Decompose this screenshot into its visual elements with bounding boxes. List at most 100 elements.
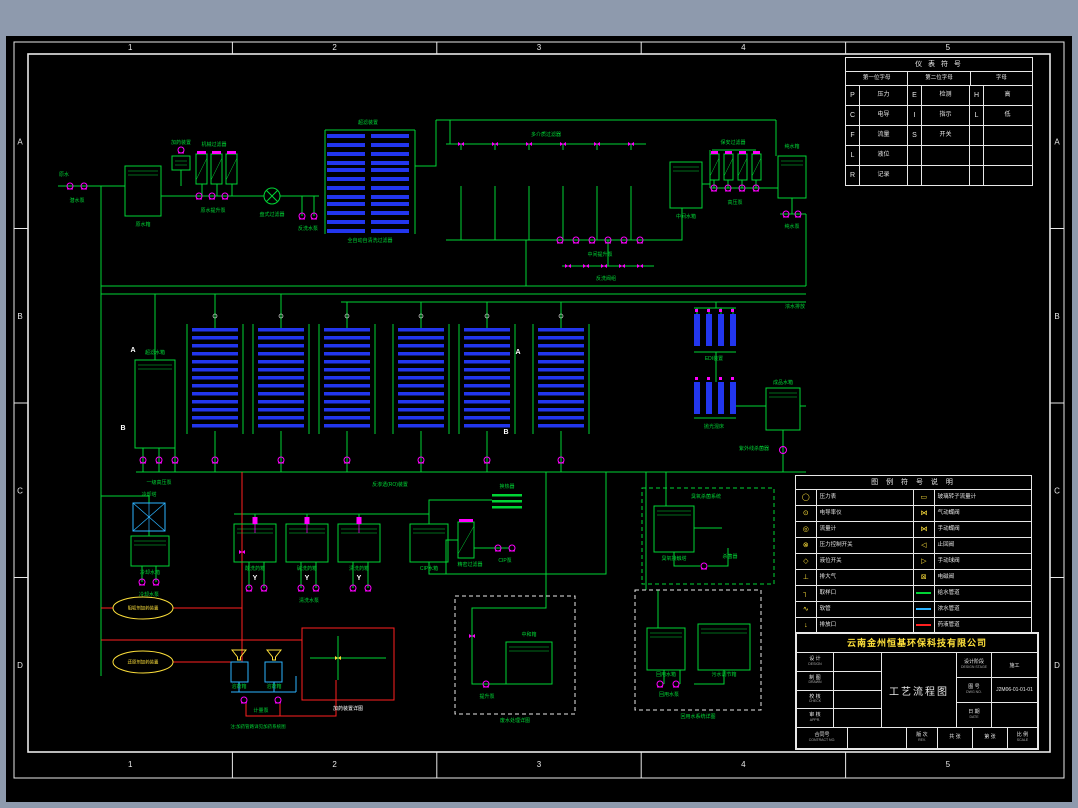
membrane-module (371, 134, 409, 138)
itable-cell (970, 146, 984, 165)
diagram-label: 回用水泵 (659, 691, 679, 698)
legend-symbol-icon: ⊠ (914, 570, 935, 585)
pipe (471, 596, 547, 685)
titleblock-value: J2M06-01-01-01 (996, 687, 1033, 693)
membrane-module (492, 500, 522, 503)
pump-icon (240, 696, 248, 704)
diagram-label: 浓水排放 (785, 303, 805, 310)
pipe (428, 472, 607, 575)
diagram-label: 污水调节箱 (711, 671, 736, 678)
membrane-module (398, 392, 444, 396)
legend-name: 手动球阀 (937, 558, 960, 564)
valve-icon (565, 264, 571, 268)
tank-liquid-lines (781, 160, 803, 166)
diagram-label: CIP泵 (498, 558, 511, 564)
detail-box (641, 487, 775, 585)
legend-row: ⊗ 压力控制开关 ◁ 止回阀 (796, 538, 1031, 554)
vessel-cap (227, 151, 236, 154)
titleblock-value (834, 691, 881, 709)
itable-cell (984, 166, 1031, 185)
vessel-hatch (225, 157, 238, 181)
drawing-canvas: 1 1 2 2 3 3 4 4 5 5 A A B B C C D D 阻垢剂加药装置 还原剂加药装置 A B A B Y Y Y 原… (6, 36, 1072, 802)
membrane-module (398, 360, 444, 364)
membrane-module (324, 360, 370, 364)
membrane-module (464, 384, 510, 388)
tank (171, 155, 191, 171)
instrument-table-title: 仪 表 符 号 (846, 58, 1032, 72)
legend-name: 气动蝶阀 (937, 510, 960, 516)
legend-row: ⊥ 排大气 ⊠ 电磁阀 (796, 570, 1031, 586)
module-valve-icon (695, 377, 698, 380)
dosing-oval-label: 阻垢剂加药装置 (128, 605, 159, 612)
valve-icon (637, 264, 643, 268)
zone-letter: C (1054, 486, 1060, 495)
membrane-module (398, 336, 444, 340)
itable-header-cell: 第一位字母 (846, 72, 909, 85)
legend-symbol-icon: ◎ (796, 522, 817, 537)
diagram-label: 盘式过滤器 (259, 211, 284, 218)
titleblock-value (834, 672, 881, 690)
membrane-module (538, 392, 584, 396)
legend-symbol-icon: ▭ (914, 490, 935, 505)
valve-icon (583, 264, 589, 268)
diagram-label: 原水提升泵 (200, 207, 225, 214)
membrane-module (538, 328, 584, 332)
mixer-motor-icon (304, 517, 310, 524)
diagram-label: 超滤装置 (358, 119, 378, 126)
diagram-label: 注:加药管路详见加药系统图 (230, 723, 286, 730)
pipe (656, 208, 683, 241)
itable-cell: H (970, 86, 984, 105)
legend-symbol-icon: ┐ (796, 586, 817, 601)
membrane-module (371, 211, 409, 215)
legend-name: 止回阀 (937, 542, 955, 548)
tank-liquid-lines (413, 528, 445, 534)
diagram-label: 紫外线杀菌器 (739, 445, 769, 452)
membrane-module (192, 400, 238, 404)
membrane-module (192, 424, 238, 428)
vessel-hatch (210, 157, 223, 181)
titleblock-info-row: 日 期 DATE (957, 703, 1037, 727)
itable-cell: 高 (1004, 92, 1011, 98)
zone-number: 5 (946, 760, 951, 769)
valve-icon (601, 264, 607, 268)
zone-letter: C (17, 486, 23, 495)
zone-number: 5 (946, 43, 951, 52)
detail-box (454, 595, 576, 715)
funnel-icon (230, 649, 248, 661)
membrane-module (538, 344, 584, 348)
membrane-module (398, 344, 444, 348)
flow-connector-letter: Y (253, 575, 258, 582)
itable-cell: 指示 (922, 106, 970, 125)
module-valve-icon (707, 377, 710, 380)
membrane-module (464, 408, 510, 412)
titleblock-info-row: 设计阶段 DESIGN STAGE 施工 (957, 653, 1037, 678)
legend-row: ⊙ 电导率仪 ⋈ 气动蝶阀 (796, 506, 1031, 522)
membrane-module (398, 352, 444, 356)
legend-name: 取样口 (817, 586, 914, 601)
diagram-label: 冷却水箱 (140, 569, 160, 576)
legend-row: ┐ 取样口 给水管道 (796, 586, 1031, 602)
membrane-module (324, 384, 370, 388)
zone-number: 4 (741, 43, 746, 52)
diagram-label: 提升泵 (479, 693, 494, 700)
diagram-label: 反渗透(RO)装置 (372, 481, 408, 488)
membrane-module (192, 384, 238, 388)
membrane-module (371, 168, 409, 172)
itable-cell (908, 166, 922, 185)
membrane-module (327, 229, 365, 233)
membrane-module (718, 382, 724, 414)
module-valve-icon (707, 309, 710, 312)
itable-cell: 液位 (860, 146, 908, 165)
membrane-module (192, 408, 238, 412)
legend-row: ◯ 压力表 ▭ 玻璃转子流量计 (796, 490, 1031, 506)
flow-connector-letter: A (130, 347, 135, 354)
membrane-module (538, 352, 584, 356)
flow-connector-letter: Y (357, 575, 362, 582)
legend-table: 图 例 符 号 说 明 ◯ 压力表 ▭ 玻璃转子流量计 ⊙ 电导率仪 ⋈ 气动蝶阀 ◎ 流量计 ⋈ 手… (795, 475, 1032, 634)
legend-symbol-icon: ◁ (914, 538, 935, 553)
diagram-label: 抛光混床 (704, 423, 724, 430)
instrument-table: 仪 表 符 号 第一位字母 第二位字母 字母 P 压力 E 检测 H 高 C 电导 I 指示 L 低 F 流量 S… (845, 57, 1033, 186)
module-valve-icon (731, 377, 734, 380)
membrane-module (371, 143, 409, 147)
diagram-label: 酸洗药箱 (245, 565, 265, 572)
